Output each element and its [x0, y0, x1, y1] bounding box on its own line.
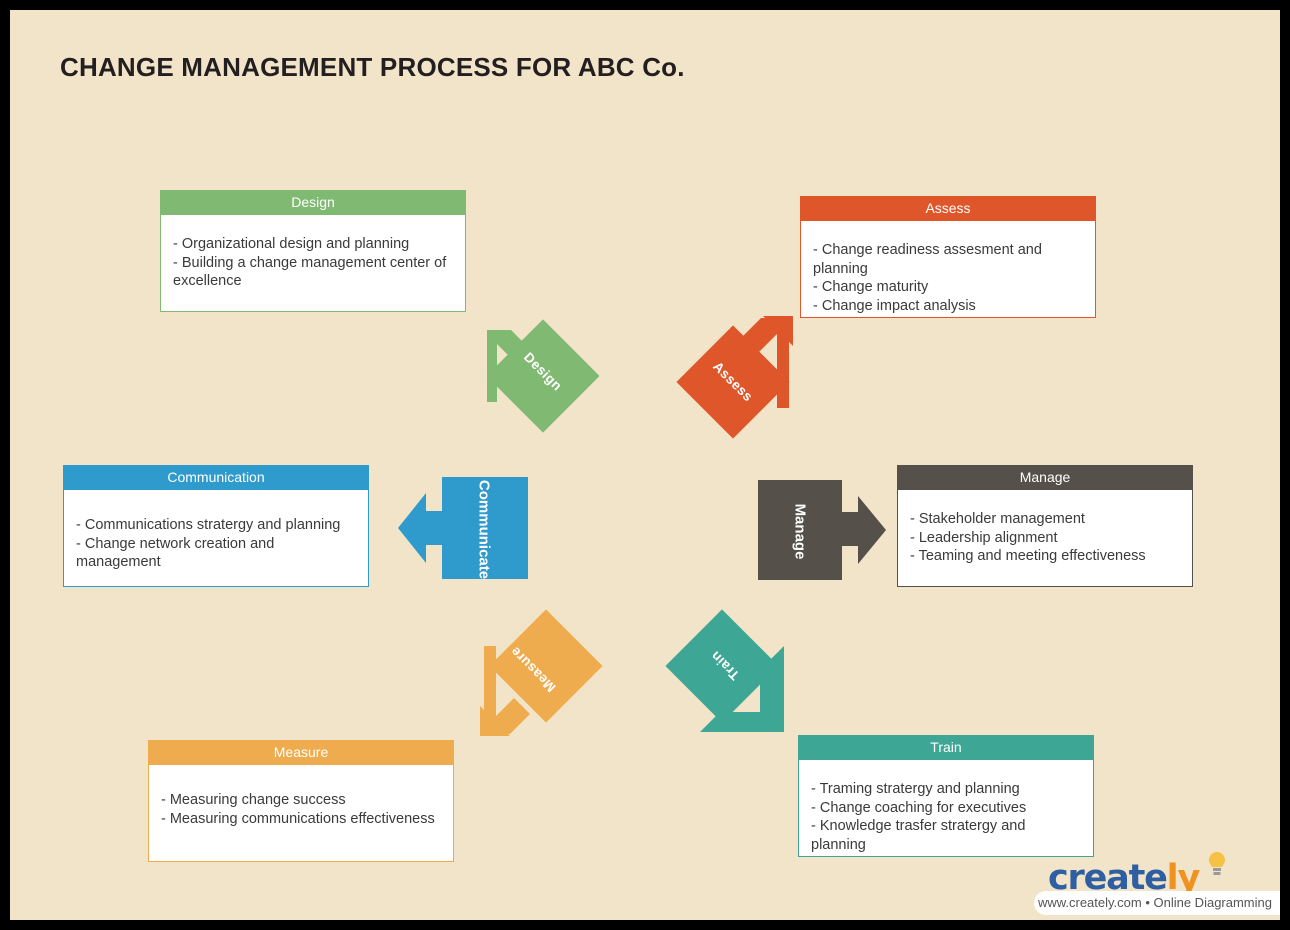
card-train-header: Train [798, 735, 1094, 760]
card-assess-line-1: - Change readiness assesment and plannin… [813, 242, 1046, 277]
diagram-canvas: CHANGE MANAGEMENT PROCESS FOR ABC Co. De… [0, 0, 1290, 930]
card-measure-line-2: - Measuring communications effectiveness [161, 810, 435, 827]
card-assess-line-3: - Change impact analysis [813, 297, 976, 314]
card-train[interactable]: Train - Traming stratergy and planning -… [798, 735, 1094, 857]
card-measure-title: Measure [273, 744, 329, 760]
arrow-measure[interactable]: Measure [470, 602, 610, 742]
lightbulb-icon [1206, 850, 1228, 878]
card-design[interactable]: Design - Organizational design and plann… [160, 190, 466, 312]
card-design-body: - Organizational design and planning - B… [160, 215, 466, 312]
arrow-communicate[interactable]: Communicate [396, 477, 528, 579]
card-measure-line-1: - Measuring change success [161, 792, 346, 808]
arrow-manage-shape [758, 480, 886, 580]
card-assess-header: Assess [800, 196, 1096, 221]
card-manage-header: Manage [897, 465, 1193, 490]
card-manage-body: - Stakeholder management - Leadership al… [897, 490, 1193, 587]
arrow-design[interactable]: Design [473, 306, 613, 446]
card-manage-line-1: - Stakeholder management [910, 511, 1085, 527]
card-design-title: Design [291, 194, 335, 210]
arrow-manage-label: Manage [791, 503, 809, 560]
card-measure-header: Measure [148, 740, 454, 765]
card-assess-title: Assess [925, 200, 971, 216]
card-communication-body: - Communications stratergy and planning … [63, 490, 369, 587]
creately-logo[interactable]: creately www.creately.com • Online Diagr… [1034, 852, 1280, 920]
card-measure-body: - Measuring change success - Measuring c… [148, 765, 454, 862]
card-train-title: Train [930, 739, 962, 755]
card-communication[interactable]: Communication - Communications stratergy… [63, 465, 369, 587]
card-assess[interactable]: Assess - Change readiness assesment and … [800, 196, 1096, 318]
card-manage-title: Manage [1019, 469, 1071, 485]
arrow-train[interactable]: Train [656, 602, 801, 742]
card-measure[interactable]: Measure - Measuring change success - Mea… [148, 740, 454, 862]
card-communication-header: Communication [63, 465, 369, 490]
card-manage-line-3: - Teaming and meeting effectiveness [910, 548, 1146, 565]
creately-url-pill[interactable]: www.creately.com • Online Diagramming [1034, 891, 1280, 915]
card-communication-line-2: - Change network creation and management [76, 535, 279, 571]
card-design-header: Design [160, 190, 466, 215]
card-train-line-1: - Traming stratergy and planning [811, 781, 1020, 797]
card-manage-line-2: - Leadership alignment [910, 529, 1058, 546]
creately-tagline: www.creately.com • Online Diagramming [1037, 895, 1272, 910]
card-design-line-2: - Building a change management center of [173, 254, 447, 271]
arrow-communicate-label: Communicate [475, 479, 493, 580]
card-train-line-2: - Change coaching for executives [811, 799, 1027, 816]
card-design-line-3: excellence [173, 273, 242, 290]
diagram-board: CHANGE MANAGEMENT PROCESS FOR ABC Co. De… [10, 10, 1280, 920]
card-assess-body: - Change readiness assesment and plannin… [800, 221, 1096, 318]
card-communication-title: Communication [167, 469, 265, 485]
card-communication-line-1: - Communications stratergy and planning [76, 517, 341, 533]
card-assess-line-2: - Change maturity [813, 279, 929, 296]
card-manage[interactable]: Manage - Stakeholder management - Leader… [897, 465, 1193, 587]
arrow-assess[interactable]: Assess [663, 306, 803, 456]
card-train-body: - Traming stratergy and planning - Chang… [798, 760, 1094, 857]
arrow-communicate-shape [398, 477, 528, 579]
card-design-line-1: - Organizational design and planning [173, 236, 410, 252]
card-train-line-3: - Knowledge trasfer stratergy and planni… [811, 818, 1030, 853]
arrow-manage[interactable]: Manage [758, 480, 888, 580]
page-title: CHANGE MANAGEMENT PROCESS FOR ABC Co. [60, 52, 685, 82]
